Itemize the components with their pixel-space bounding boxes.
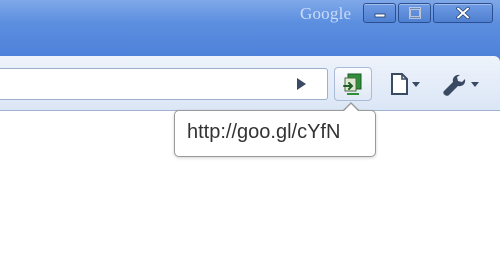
tooltip-pointer-fill <box>343 104 359 112</box>
short-url-text: http://goo.gl/cYfN <box>187 121 341 143</box>
close-button[interactable] <box>433 3 493 23</box>
minimize-icon <box>374 13 385 18</box>
short-url-tooltip: http://goo.gl/cYfN <box>174 110 376 157</box>
wrench-icon <box>443 74 479 96</box>
brand-label: Google <box>300 4 352 23</box>
url-shortener-extension-button[interactable] <box>334 67 372 101</box>
title-bar: Google <box>0 0 500 64</box>
maximize-icon <box>408 7 421 19</box>
browser-window: Google http://goo.gl/cYfN <box>0 0 500 277</box>
maximize-button[interactable] <box>398 3 431 23</box>
browser-toolbar <box>0 56 500 111</box>
close-icon <box>456 6 470 20</box>
address-bar[interactable] <box>0 68 328 100</box>
play-arrow-icon[interactable] <box>290 74 312 94</box>
minimize-button[interactable] <box>363 3 396 23</box>
url-shortener-extension-icon <box>343 73 362 95</box>
wrench-menu-button[interactable] <box>440 70 484 98</box>
page-icon <box>391 73 420 95</box>
page-menu-button[interactable] <box>388 70 428 98</box>
